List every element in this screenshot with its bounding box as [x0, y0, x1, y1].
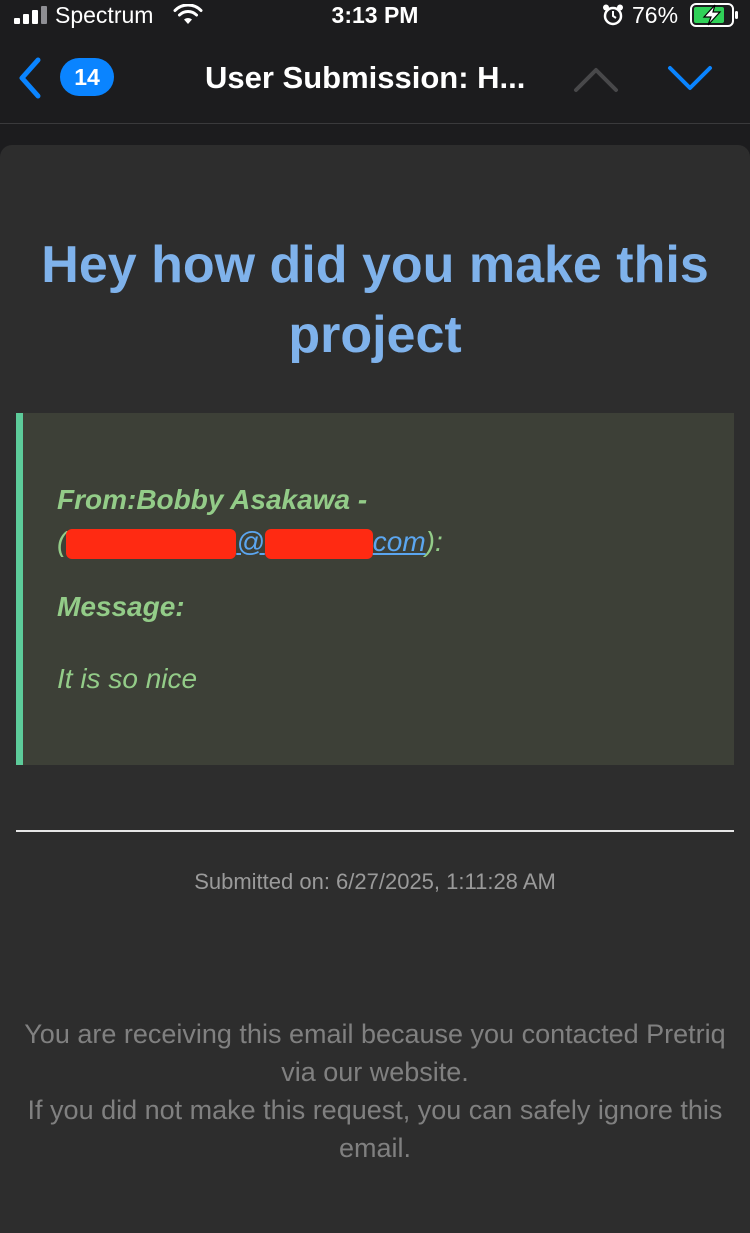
redacted-email-domain — [264, 528, 373, 559]
nav-title: User Submission: H... — [205, 60, 526, 95]
nav-divider — [0, 123, 750, 124]
next-message-chevron-down-icon[interactable] — [666, 64, 714, 94]
unread-count-badge[interactable]: 14 — [60, 58, 114, 96]
email-footer: You are receiving this email because you… — [20, 1015, 730, 1167]
email-at-sign: @ — [236, 526, 265, 557]
previous-message-chevron-up-icon[interactable] — [572, 64, 620, 94]
footer-line-1: You are receiving this email because you… — [24, 1019, 726, 1087]
redacted-email-user — [66, 528, 237, 559]
message-label: Message: — [57, 591, 185, 622]
email-tld: com — [372, 526, 426, 557]
from-line: From:Bobby Asakawa - ( @ com): — [57, 479, 657, 563]
submitted-timestamp: Submitted on: 6/27/2025, 1:11:28 AM — [194, 869, 556, 894]
message-text: It is so nice — [57, 663, 198, 694]
email-close-paren: ): — [425, 526, 443, 557]
back-chevron-icon[interactable] — [16, 56, 44, 100]
message-box: From:Bobby Asakawa - ( @ com): Message: It… — [16, 413, 734, 765]
email-headline: Hey how did you make this project — [41, 236, 709, 364]
status-bar: Spectrum 3:13 PM 76% — [0, 0, 750, 32]
alarm-icon — [603, 4, 623, 26]
from-label: From: — [57, 484, 137, 515]
footer-line-2: If you did not make this request, you ca… — [27, 1095, 723, 1163]
email-open-paren: ( — [57, 526, 67, 557]
from-name: Bobby Asakawa - — [136, 484, 368, 515]
email-body: Hey how did you make this project From:B… — [0, 145, 750, 1233]
battery-charging-icon — [690, 3, 738, 27]
sender-email-link[interactable]: @ com — [236, 526, 426, 559]
divider-line — [16, 830, 734, 832]
navigation-bar: 14 User Submission: H... — [0, 32, 750, 124]
battery-percentage: 76% — [632, 2, 679, 28]
